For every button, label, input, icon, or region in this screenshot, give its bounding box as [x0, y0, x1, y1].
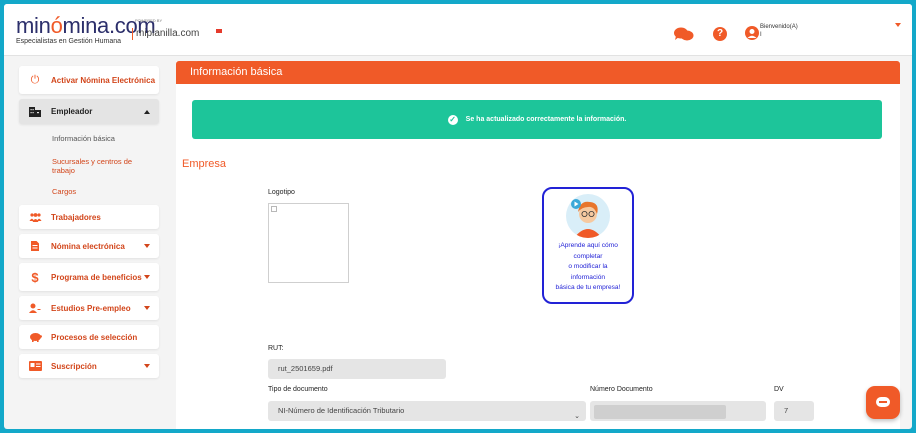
- help-line: o modificar la: [568, 263, 608, 270]
- sidebar-item-label: Nómina electrónica: [51, 241, 125, 251]
- sub-item-cargos[interactable]: Cargos: [52, 187, 76, 196]
- help-line: completar: [573, 252, 603, 260]
- building-icon: [28, 106, 42, 117]
- logo-upload[interactable]: [268, 203, 349, 283]
- chat-bubble-icon: [876, 397, 890, 407]
- doc-type-label: Tipo de documento: [268, 386, 328, 393]
- dv-field[interactable]: 7: [774, 401, 814, 421]
- welcome-user: I: [760, 32, 762, 38]
- chevron-down-icon: [144, 364, 150, 368]
- top-bar: minómina.com Especialistas en Gestión Hu…: [4, 4, 912, 56]
- sidebar-item-suscripcion[interactable]: Suscripción: [19, 354, 159, 378]
- doc-type-value: NI-Número de Identificación Tributario: [278, 406, 405, 415]
- piggy-bank-icon: [28, 332, 42, 342]
- chevron-down-icon: [144, 306, 150, 310]
- sidebar-item-label: Empleador: [51, 107, 93, 116]
- sidebar-item-label: Activar Nómina Electrónica: [51, 75, 156, 85]
- dollar-icon: $: [31, 269, 39, 285]
- sidebar-item-label: Programa de beneficios: [51, 272, 142, 282]
- check-circle-icon: ✓: [447, 114, 458, 125]
- users-icon: [28, 212, 42, 222]
- help-icon[interactable]: ?: [713, 27, 727, 41]
- sidebar-item-empleador[interactable]: Empleador: [19, 99, 159, 124]
- welcome-label: Bienvenido(A): [760, 24, 798, 30]
- rut-label: RUT:: [268, 345, 284, 352]
- partner-logo[interactable]: miplanilla.com: [132, 28, 199, 40]
- sidebar: ⏻ Activar Nómina Electrónica Empleador I…: [4, 56, 174, 429]
- card-icon: [28, 361, 42, 371]
- powered-by-label: POWERED BY: [135, 18, 163, 23]
- tutor-avatar: [566, 194, 610, 238]
- chat-support-button[interactable]: [866, 386, 900, 419]
- app-window: minómina.com Especialistas en Gestión Hu…: [4, 4, 912, 429]
- help-line: básica de tu empresa!: [555, 284, 621, 291]
- dv-label: DV: [774, 386, 784, 393]
- sidebar-item-label: Trabajadores: [51, 212, 101, 222]
- chevron-down-icon: [144, 244, 150, 248]
- sidebar-item-label: Procesos de selección: [51, 332, 138, 342]
- alert-text: Se ha actualizado correctamente la infor…: [465, 116, 627, 123]
- sub-item-informacion-basica[interactable]: Información básica: [52, 134, 115, 143]
- sidebar-item-label: Suscripción: [51, 361, 97, 371]
- welcome-text: Bienvenido(A) I: [760, 23, 798, 39]
- sidebar-item-estudios-pre-empleo[interactable]: Estudios Pre-empleo: [19, 296, 159, 320]
- doc-type-select[interactable]: NI-Número de Identificación Tributario ⌄: [268, 401, 586, 421]
- power-icon: ⏻: [30, 73, 40, 86]
- sub-item-sucursales[interactable]: Sucursales y centros de trabajo: [52, 157, 152, 175]
- help-card[interactable]: ¡Aprende aquí cómo completar o modificar…: [542, 187, 634, 304]
- sidebar-item-label: Estudios Pre-empleo: [51, 303, 131, 313]
- flag-icon: [216, 29, 222, 33]
- help-card-text: ¡Aprende aquí cómo completar o modificar…: [544, 241, 632, 294]
- chat-icon[interactable]: [674, 27, 694, 46]
- user-add-icon: [28, 303, 42, 313]
- chevron-up-icon: [144, 109, 150, 114]
- rut-file-field[interactable]: rut_2501659.pdf: [268, 359, 446, 379]
- sidebar-item-programa-beneficios[interactable]: $ Programa de beneficios: [19, 263, 159, 291]
- sidebar-item-trabajadores[interactable]: Trabajadores: [19, 205, 159, 229]
- chevron-down-icon: ⌄: [574, 413, 580, 420]
- doc-number-label: Número Documento: [590, 386, 653, 393]
- chevron-down-icon[interactable]: [895, 23, 901, 27]
- broken-image-icon: [271, 206, 277, 212]
- document-icon: [28, 241, 42, 251]
- logo-label: Logotipo: [268, 189, 295, 196]
- sidebar-item-activar-nomina[interactable]: ⏻ Activar Nómina Electrónica: [19, 66, 159, 94]
- help-line: información: [570, 273, 606, 281]
- user-icon[interactable]: [745, 26, 759, 47]
- chevron-down-icon: [144, 275, 150, 279]
- help-line: ¡Aprende aquí cómo: [558, 242, 618, 249]
- sidebar-item-procesos-seleccion[interactable]: Procesos de selección: [19, 325, 159, 349]
- sidebar-item-nomina-electronica[interactable]: Nómina electrónica: [19, 234, 159, 258]
- page-title: Información básica: [176, 61, 900, 84]
- main-panel: Información básica ✓ Se ha actualizado c…: [176, 61, 900, 429]
- section-title: Empresa: [182, 158, 227, 170]
- redacted-value: [594, 405, 726, 419]
- success-alert: ✓ Se ha actualizado correctamente la inf…: [192, 100, 882, 139]
